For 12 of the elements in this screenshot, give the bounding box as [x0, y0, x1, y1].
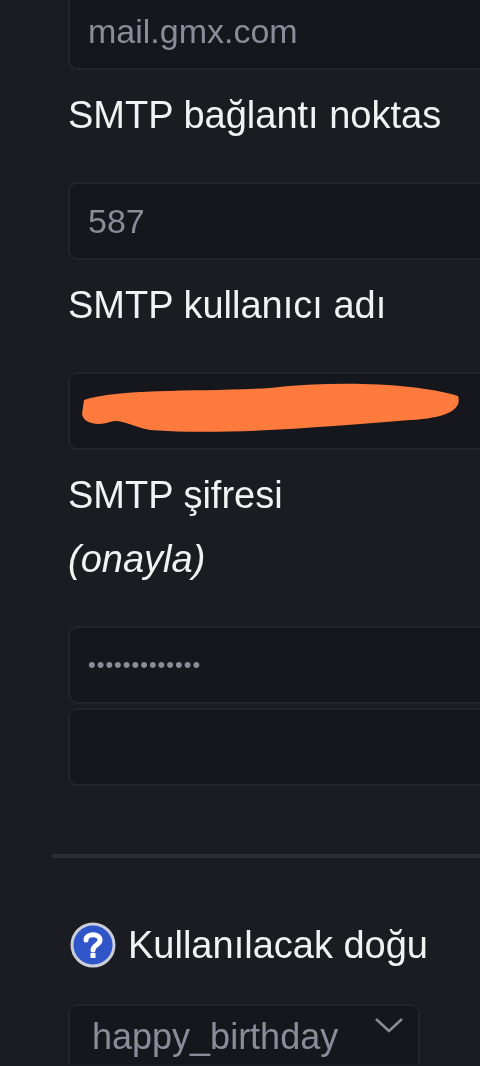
chevron-down-icon — [374, 1016, 404, 1034]
field-label: SMTP bağlantı noktas — [68, 93, 443, 138]
field-note: (onayla) — [68, 537, 207, 582]
input-field[interactable]: 587 — [68, 182, 480, 260]
template-select[interactable]: happy_birthday — [68, 1004, 420, 1064]
input-field[interactable]: mail.gmx.com — [68, 0, 480, 70]
password-field[interactable]: ••••••••••••• — [68, 626, 480, 704]
option-label: Kullanılacak doğu — [128, 923, 428, 968]
field-label: SMTP şifresi — [68, 473, 284, 518]
input-field[interactable] — [68, 372, 480, 450]
help-icon[interactable] — [70, 922, 116, 968]
field-label: SMTP kullanıcı adı — [68, 283, 388, 328]
